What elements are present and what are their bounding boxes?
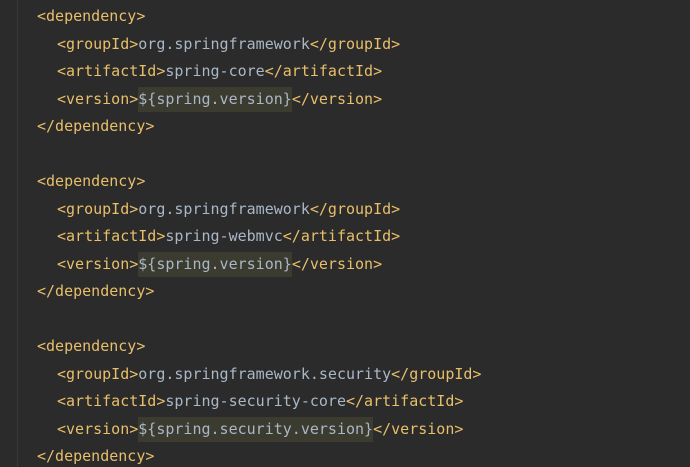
groupid-value: org.springframework (138, 34, 310, 53)
code-line[interactable]: <dependency> (0, 3, 481, 31)
version-close-tag: </version> (373, 419, 464, 438)
version-property-highlight[interactable]: ${spring.version} (138, 251, 292, 277)
artifactid-value: spring-security-core (165, 392, 346, 410)
groupid-value: org.springframework (138, 199, 310, 218)
dependency-open-tag: <dependency> (37, 7, 146, 25)
code-line[interactable]: <groupId>org.springframework</groupId> (0, 196, 481, 224)
artifactid-close-tag: </artifactId> (264, 62, 383, 80)
version-open-tag: <version> (57, 254, 139, 273)
groupid-close-tag: </groupId> (391, 364, 482, 383)
version-close-tag: </version> (291, 89, 383, 108)
version-open-tag: <version> (57, 419, 139, 438)
version-close-tag: </version> (291, 254, 383, 273)
version-property-highlight[interactable]: ${spring.security.version} (138, 416, 374, 442)
artifactid-close-tag: </artifactId> (282, 227, 401, 245)
code-line[interactable]: <version>${spring.version}</version> (0, 251, 481, 279)
dependency-close-tag: </dependency> (37, 282, 155, 300)
code-editor[interactable]: <dependency> <groupId>org.springframewor… (0, 0, 690, 467)
code-line[interactable]: <version>${spring.version}</version> (0, 86, 481, 114)
dependency-close-tag: </dependency> (37, 117, 155, 135)
groupid-open-tag: <groupId> (57, 199, 139, 218)
code-line[interactable]: <artifactId>spring-webmvc</artifactId> (0, 223, 481, 251)
dependency-open-tag: <dependency> (37, 172, 146, 190)
groupid-close-tag: </groupId> (309, 199, 401, 218)
groupid-close-tag: </groupId> (309, 34, 401, 53)
version-open-tag: <version> (57, 89, 139, 108)
dependency-open-tag: <dependency> (37, 337, 146, 355)
artifactid-close-tag: </artifactId> (346, 392, 464, 410)
artifactid-open-tag: <artifactId> (57, 227, 166, 245)
blank-line[interactable] (0, 141, 481, 169)
code-line[interactable]: <artifactId>spring-core</artifactId> (0, 58, 481, 86)
code-line[interactable]: <artifactId>spring-security-core</artifa… (0, 388, 481, 416)
code-line[interactable]: <dependency> (0, 333, 481, 361)
blank-line[interactable] (0, 306, 481, 334)
artifactid-open-tag: <artifactId> (57, 392, 166, 410)
artifactid-value: spring-webmvc (165, 227, 283, 245)
code-line[interactable]: <version>${spring.security.version}</ver… (0, 416, 481, 444)
code-line[interactable]: <groupId>org.springframework.security</g… (0, 361, 481, 389)
code-line[interactable]: <dependency> (0, 168, 481, 196)
groupid-open-tag: <groupId> (57, 34, 139, 53)
dependency-close-tag: </dependency> (37, 447, 155, 465)
version-property-highlight[interactable]: ${spring.version} (138, 86, 292, 112)
code-lines: <dependency> <groupId>org.springframewor… (0, 3, 481, 467)
groupid-value: org.springframework.security (138, 364, 392, 383)
code-line[interactable]: <groupId>org.springframework</groupId> (0, 31, 481, 59)
code-line[interactable]: </dependency> (0, 443, 481, 467)
code-line[interactable]: </dependency> (0, 278, 481, 306)
artifactid-value: spring-core (165, 62, 265, 80)
code-line[interactable]: </dependency> (0, 113, 481, 141)
groupid-open-tag: <groupId> (57, 364, 139, 383)
artifactid-open-tag: <artifactId> (57, 62, 166, 80)
